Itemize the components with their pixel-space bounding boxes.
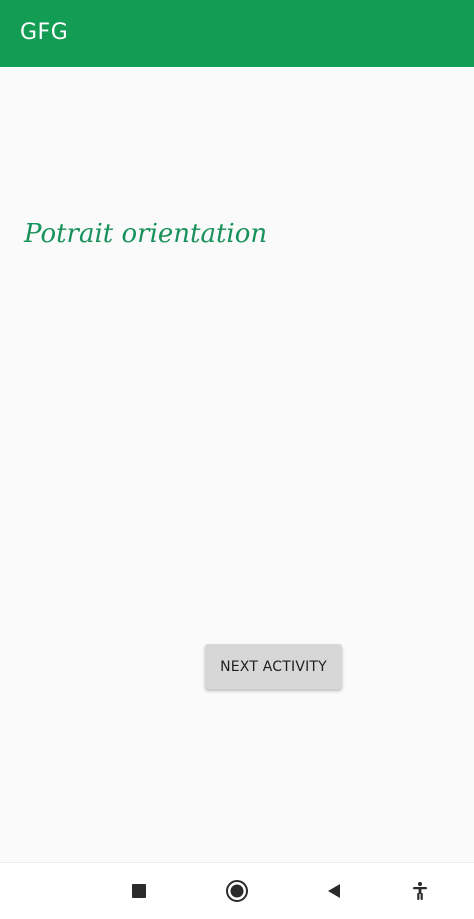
recents-square-icon[interactable] — [130, 882, 148, 900]
accessibility-icon[interactable] — [410, 881, 430, 901]
orientation-text: Potrait orientation — [24, 219, 268, 249]
main-content: Potrait orientation NEXT ACTIVITY — [0, 67, 474, 862]
home-circle-icon[interactable] — [225, 879, 249, 903]
app-title: GFG — [20, 20, 69, 45]
next-activity-button[interactable]: NEXT ACTIVITY — [205, 644, 342, 689]
app-bar: GFG — [0, 0, 474, 67]
system-nav-bar — [0, 862, 474, 919]
back-triangle-icon[interactable] — [325, 882, 343, 900]
